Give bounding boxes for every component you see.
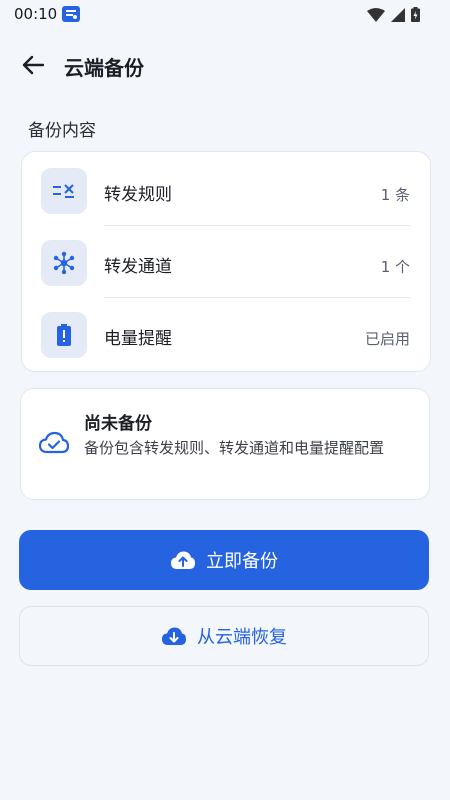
notification-app-icon <box>62 6 80 22</box>
status-bar: 00:10 <box>0 0 450 30</box>
row-label: 转发规则 <box>104 185 172 205</box>
backup-content-card: 转发规则 1 条 转发通道 1 个 电量提醒 已启用 <box>21 151 431 372</box>
cloud-download-icon <box>162 627 186 645</box>
network-hub-icon <box>53 251 75 275</box>
status-time: 00:10 <box>14 5 58 23</box>
forward-rules-icon <box>53 184 74 198</box>
back-button[interactable] <box>18 50 48 80</box>
backup-status-card: 尚未备份 备份包含转发规则、转发通道和电量提醒配置 <box>20 388 430 500</box>
row-value: 1 条 <box>380 186 410 204</box>
forward-rules-icon-box <box>41 168 87 214</box>
restore-from-cloud-button[interactable]: 从云端恢复 <box>19 606 429 666</box>
signal-icon <box>391 7 405 22</box>
page-title: 云端备份 <box>64 56 144 80</box>
network-hub-icon-box <box>41 240 87 286</box>
list-item-battery-reminder: 电量提醒 已启用 <box>22 298 430 370</box>
row-label: 转发通道 <box>104 257 172 277</box>
wifi-icon <box>367 7 385 22</box>
section-label: 备份内容 <box>28 121 96 141</box>
backup-now-label: 立即备份 <box>206 551 278 572</box>
battery-alert-icon <box>57 324 71 346</box>
row-value: 1 个 <box>380 258 410 276</box>
list-item-forward-rules: 转发规则 1 条 <box>22 154 430 226</box>
backup-status-title: 尚未备份 <box>84 414 152 434</box>
cloud-upload-icon <box>171 551 195 569</box>
app-bar: 云端备份 <box>0 40 450 88</box>
cloud-check-icon <box>39 431 69 454</box>
back-arrow-icon <box>22 55 44 75</box>
row-value: 已启用 <box>364 330 410 348</box>
backup-status-description: 备份包含转发规则、转发通道和电量提醒配置 <box>84 439 385 457</box>
backup-now-button[interactable]: 立即备份 <box>19 530 429 590</box>
row-label: 电量提醒 <box>104 329 172 349</box>
battery-alert-icon-box <box>41 312 87 358</box>
status-icons <box>367 7 420 22</box>
restore-from-cloud-label: 从云端恢复 <box>197 627 287 648</box>
battery-icon <box>411 7 420 22</box>
list-item-forward-channels: 转发通道 1 个 <box>22 226 430 298</box>
